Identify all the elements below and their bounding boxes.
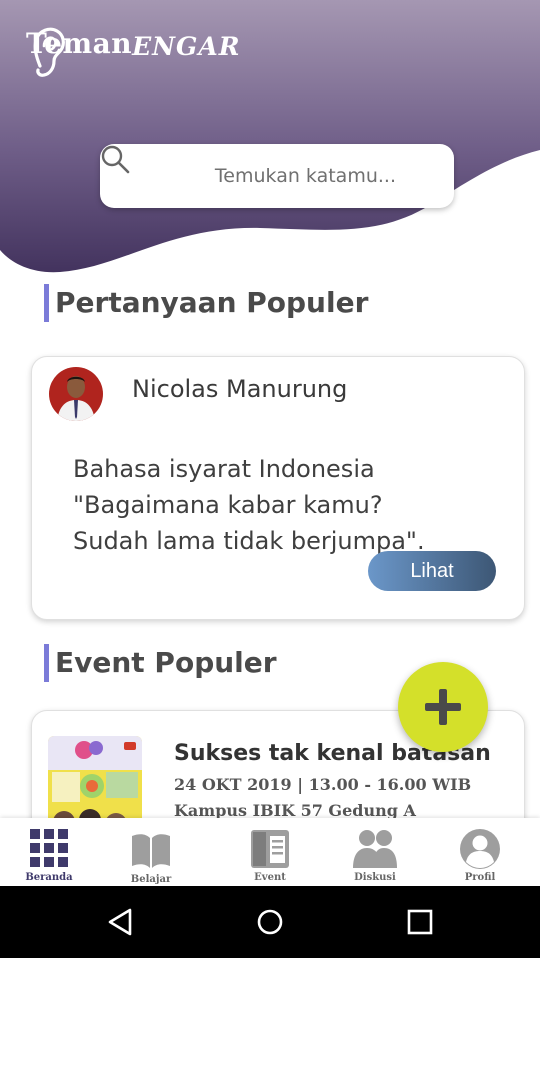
- nav-label-belajar: Belajar: [130, 874, 172, 885]
- event-date: 24 OKT 2019 | 13.00 - 16.00 WIB: [174, 775, 472, 794]
- search-bar[interactable]: [100, 144, 454, 208]
- nav-label-beranda: Beranda: [25, 872, 73, 883]
- event-icon: [251, 830, 289, 868]
- view-button[interactable]: Lihat: [368, 551, 496, 591]
- search-input[interactable]: [116, 144, 396, 208]
- nav-label-diskusi: Diskusi: [354, 872, 396, 883]
- nav-item-belajar[interactable]: Belajar: [106, 818, 196, 886]
- nav-label-profil: Profil: [464, 872, 496, 883]
- logo-text-engar: ENGAR: [132, 32, 241, 61]
- nav-label-event: Event: [254, 872, 286, 883]
- nav-item-diskusi[interactable]: Diskusi: [330, 818, 420, 886]
- nav-item-beranda[interactable]: Beranda: [4, 818, 94, 886]
- app-header: Teman ENGAR: [0, 0, 540, 280]
- people-icon: [353, 830, 397, 868]
- section-title-questions: Pertanyaan Populer: [44, 284, 368, 322]
- home-icon[interactable]: [252, 904, 288, 940]
- plus-icon: [425, 689, 461, 725]
- back-icon[interactable]: [102, 904, 138, 940]
- app-logo: Teman ENGAR: [26, 26, 241, 77]
- question-user-name: Nicolas Manurung: [132, 375, 348, 403]
- nav-item-profil[interactable]: Profil: [435, 818, 525, 886]
- question-line: "Bagaimana kabar kamu?: [73, 491, 383, 519]
- question-line: Bahasa isyarat Indonesia: [73, 455, 375, 483]
- book-icon: [132, 834, 170, 868]
- nav-item-event[interactable]: Event: [225, 818, 315, 886]
- grid-icon: [30, 829, 68, 867]
- bottom-navigation: Beranda Belajar Event Diskusi Profil: [0, 818, 540, 886]
- search-icon[interactable]: [100, 144, 130, 174]
- ear-icon: [33, 27, 65, 77]
- profile-icon: [460, 829, 500, 869]
- add-button[interactable]: [398, 662, 488, 752]
- avatar[interactable]: [49, 367, 103, 421]
- recents-icon[interactable]: [402, 904, 438, 940]
- section-title-events: Event Populer: [44, 644, 277, 682]
- user-photo-icon: [49, 367, 103, 421]
- question-card[interactable]: Nicolas Manurung Bahasa isyarat Indonesi…: [31, 356, 525, 620]
- system-navigation-bar: [0, 886, 540, 958]
- question-text: Bahasa isyarat Indonesia "Bagaimana kaba…: [73, 451, 493, 559]
